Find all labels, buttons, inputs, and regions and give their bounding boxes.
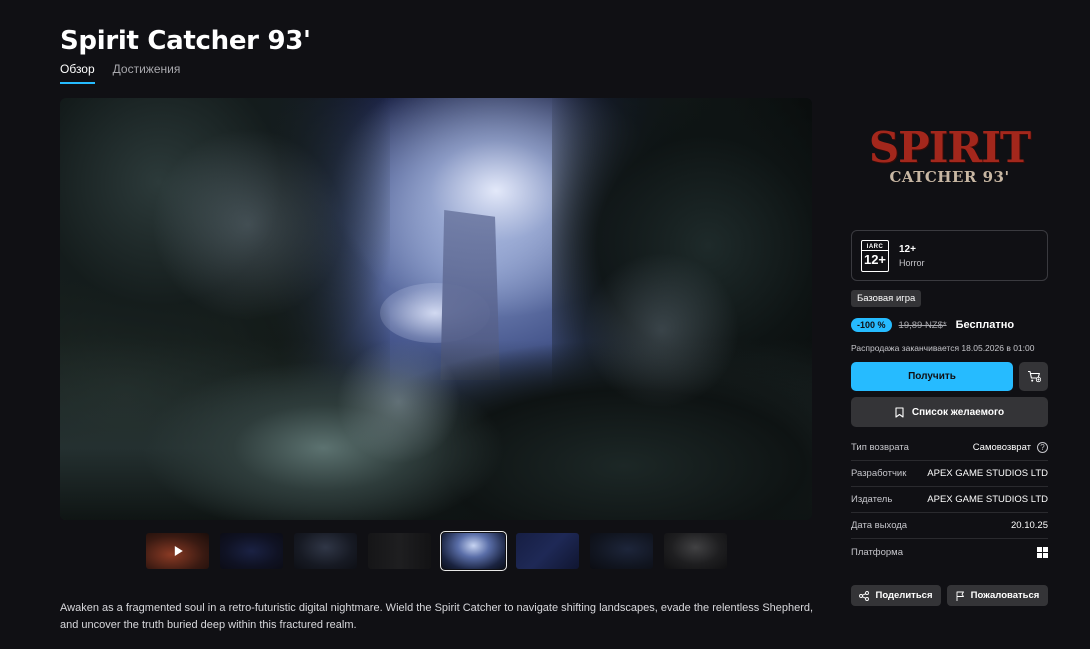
publisher-label: Издатель xyxy=(851,494,893,505)
iarc-rating-icon: IARC 12+ xyxy=(861,239,889,272)
add-to-cart-button[interactable] xyxy=(1019,362,1048,391)
share-label: Поделиться xyxy=(875,590,933,601)
page-title: Spirit Catcher 93' xyxy=(60,26,311,56)
flag-icon xyxy=(956,591,964,601)
cart-icon xyxy=(1027,370,1041,383)
media-bloom xyxy=(60,98,812,520)
age-rating[interactable]: IARC 12+ 12+ Horror xyxy=(851,230,1048,281)
thumbnail[interactable] xyxy=(664,533,727,569)
publisher-value: APEX GAME STUDIOS LTD xyxy=(927,494,1048,505)
report-label: Пожаловаться xyxy=(970,590,1040,601)
bookmark-icon xyxy=(895,406,904,418)
game-info-table: Тип возврата Самовозврат ? Разработчик A… xyxy=(851,435,1048,565)
price-row: -100 % 19,89 NZ$* Бесплатно xyxy=(851,318,1048,332)
thumbnail-video[interactable] xyxy=(146,533,209,569)
logo-title: SPIRIT xyxy=(868,123,1031,172)
media-thumbnails xyxy=(146,531,727,571)
iarc-age: 12+ xyxy=(863,251,887,267)
discount-badge: -100 % xyxy=(851,318,892,332)
developer-value: APEX GAME STUDIOS LTD xyxy=(927,468,1048,479)
windows-icon xyxy=(1037,546,1048,558)
buy-row: Получить xyxy=(851,362,1048,391)
info-row-developer: Разработчик APEX GAME STUDIOS LTD xyxy=(851,461,1048,487)
game-logo: SPIRIT CATCHER 93' xyxy=(851,98,1048,218)
purchase-sidebar: SPIRIT CATCHER 93' IARC 12+ 12+ Horror Б… xyxy=(851,98,1048,606)
release-date-label: Дата выхода xyxy=(851,520,908,531)
game-description: Awaken as a fragmented soul in a retro-f… xyxy=(60,602,814,631)
main-media-viewer[interactable] xyxy=(60,98,812,520)
original-price: 19,89 NZ$* xyxy=(898,319,947,331)
report-button[interactable]: Пожаловаться xyxy=(947,585,1048,606)
thumbnail[interactable] xyxy=(516,533,579,569)
rating-age: 12+ xyxy=(899,243,916,255)
tab-achievements[interactable]: Достижения xyxy=(113,62,181,84)
thumbnail[interactable] xyxy=(220,533,283,569)
share-icon xyxy=(859,590,870,601)
get-button[interactable]: Получить xyxy=(851,362,1013,391)
thumbnail[interactable] xyxy=(294,533,357,569)
sale-end-notice: Распродажа заканчивается 18.05.2026 в 01… xyxy=(851,343,1035,353)
thumbnail[interactable] xyxy=(368,533,431,569)
info-row-release-date: Дата выхода 20.10.25 xyxy=(851,513,1048,539)
tab-overview[interactable]: Обзор xyxy=(60,62,95,84)
release-date-value: 20.10.25 xyxy=(1011,520,1048,531)
rating-descriptor: Horror xyxy=(899,257,925,268)
help-icon[interactable]: ? xyxy=(1037,442,1048,453)
share-button[interactable]: Поделиться xyxy=(851,585,941,606)
edition-badge: Базовая игра xyxy=(851,290,922,307)
thumbnail-active[interactable] xyxy=(440,531,507,571)
info-row-publisher: Издатель APEX GAME STUDIOS LTD xyxy=(851,487,1048,513)
thumbnail[interactable] xyxy=(590,533,653,569)
developer-label: Разработчик xyxy=(851,468,907,479)
info-row-refund: Тип возврата Самовозврат ? xyxy=(851,435,1048,461)
refund-value: Самовозврат xyxy=(972,442,1031,453)
page-tabs: Обзор Достижения xyxy=(60,62,180,84)
current-price: Бесплатно xyxy=(955,319,1015,331)
share-row: Поделиться Пожаловаться xyxy=(851,585,1048,606)
play-icon xyxy=(174,546,183,556)
refund-label: Тип возврата xyxy=(851,442,909,453)
iarc-label: IARC xyxy=(862,244,888,251)
platform-label: Платформа xyxy=(851,546,903,558)
wishlist-label: Список желаемого xyxy=(911,406,1005,418)
info-row-platform: Платформа xyxy=(851,539,1048,565)
wishlist-button[interactable]: Список желаемого xyxy=(851,397,1048,427)
